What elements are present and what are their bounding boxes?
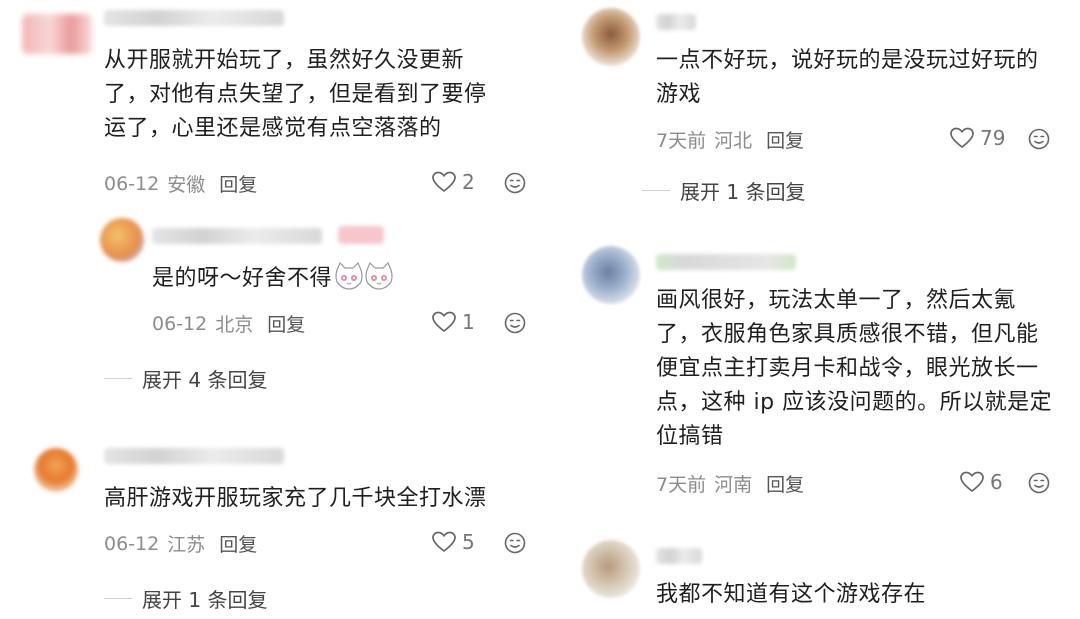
comment-text: 我都不知道有这个游戏存在 — [656, 582, 927, 607]
like-count: 79 — [980, 126, 1006, 150]
reply-button[interactable]: 回复 — [766, 126, 804, 153]
heart-icon — [950, 127, 974, 149]
emoji-reaction-icon[interactable] — [1028, 128, 1050, 150]
heart-icon — [432, 531, 456, 553]
comment-date: 7天前 — [656, 474, 707, 496]
emoji-reaction-icon[interactable] — [504, 312, 526, 334]
comment-date: 7天前 — [656, 130, 707, 152]
comment-location: 河北 — [714, 130, 753, 152]
like-count: 1 — [462, 310, 475, 334]
user-badge-blurred — [338, 226, 384, 244]
comment-location: 江苏 — [167, 534, 206, 556]
comment-location: 北京 — [215, 314, 254, 336]
expand-replies-button[interactable]: 展开 4 条回复 — [104, 364, 267, 393]
avatar[interactable] — [582, 540, 640, 598]
like-button[interactable]: 79 — [950, 126, 1005, 150]
avatar[interactable] — [34, 448, 78, 492]
like-button[interactable]: 5 — [432, 530, 475, 554]
heart-icon — [432, 171, 456, 193]
expand-replies-button[interactable]: 展开 1 条回复 — [104, 584, 267, 613]
comment-location: 安徽 — [167, 174, 206, 196]
reply-button[interactable]: 回复 — [766, 470, 804, 497]
comment-meta: 06-12 江苏 回复 — [104, 530, 257, 557]
divider-line — [104, 598, 132, 599]
like-button[interactable]: 6 — [960, 470, 1003, 494]
comment-date: 06-12 — [104, 532, 160, 555]
emoji-reaction-icon[interactable] — [1028, 472, 1050, 494]
expand-replies-label: 展开 1 条回复 — [680, 180, 806, 204]
cat-emoji-icon — [365, 261, 393, 290]
heart-icon — [432, 311, 456, 333]
comment-column-left: 从开服就开始玩了，虽然好久没更新 了，对他有点失望了，但是看到了要停 运了，心里… — [0, 0, 540, 619]
cat-emoji-icon — [335, 261, 363, 290]
avatar[interactable] — [100, 218, 144, 262]
username-blurred[interactable] — [104, 10, 284, 26]
comment-meta: 7天前 河北 回复 — [656, 126, 804, 153]
divider-line — [642, 190, 670, 191]
divider-line — [104, 378, 132, 379]
like-button[interactable]: 1 — [432, 310, 475, 334]
username-blurred[interactable] — [656, 548, 702, 564]
expand-replies-button[interactable]: 展开 1 条回复 — [642, 176, 805, 205]
username-blurred[interactable] — [152, 228, 322, 244]
emoji-reaction-icon[interactable] — [504, 532, 526, 554]
username-blurred[interactable] — [656, 254, 796, 270]
comment-text-content: 是的呀～好舍不得 — [152, 266, 333, 291]
comment-text: 一点不好玩，说好玩的是没玩过好玩的 游戏 — [656, 48, 1039, 107]
comment-text: 高肝游戏开服玩家充了几千块全打水漂 — [104, 486, 487, 511]
comment-date: 06-12 — [104, 172, 160, 195]
comment-meta: 06-12 北京 回复 — [152, 310, 305, 337]
avatar[interactable] — [582, 8, 640, 66]
expand-replies-label: 展开 4 条回复 — [142, 368, 268, 392]
comment-meta: 7天前 河南 回复 — [656, 470, 804, 497]
like-count: 5 — [462, 530, 475, 554]
avatar[interactable] — [22, 14, 92, 54]
comment-column-right: 一点不好玩，说好玩的是没玩过好玩的 游戏 7天前 河北 回复 79 展开 1 条… — [540, 0, 1080, 619]
like-count: 2 — [462, 170, 475, 194]
comment-text: 是的呀～好舍不得 — [152, 261, 452, 296]
comment-text: 从开服就开始玩了，虽然好久没更新 了，对他有点失望了，但是看到了要停 运了，心里… — [104, 48, 487, 141]
username-blurred[interactable] — [656, 14, 696, 30]
username-blurred[interactable] — [104, 448, 284, 464]
expand-replies-label: 展开 1 条回复 — [142, 588, 268, 612]
comment-date: 06-12 — [152, 312, 208, 335]
like-count: 6 — [990, 470, 1003, 494]
reply-button[interactable]: 回复 — [267, 310, 305, 337]
comment-location: 河南 — [714, 474, 753, 496]
like-button[interactable]: 2 — [432, 170, 475, 194]
emoji-reaction-icon[interactable] — [504, 172, 526, 194]
reply-button[interactable]: 回复 — [219, 530, 257, 557]
comment-meta: 06-12 安徽 回复 — [104, 170, 257, 197]
reply-button[interactable]: 回复 — [219, 170, 257, 197]
avatar[interactable] — [582, 246, 640, 304]
heart-icon — [960, 471, 984, 493]
comment-text: 画风很好，玩法太单一了，然后太氪 了，衣服角色家具质感很不错，但凡能 便宜点主打… — [656, 288, 1053, 449]
